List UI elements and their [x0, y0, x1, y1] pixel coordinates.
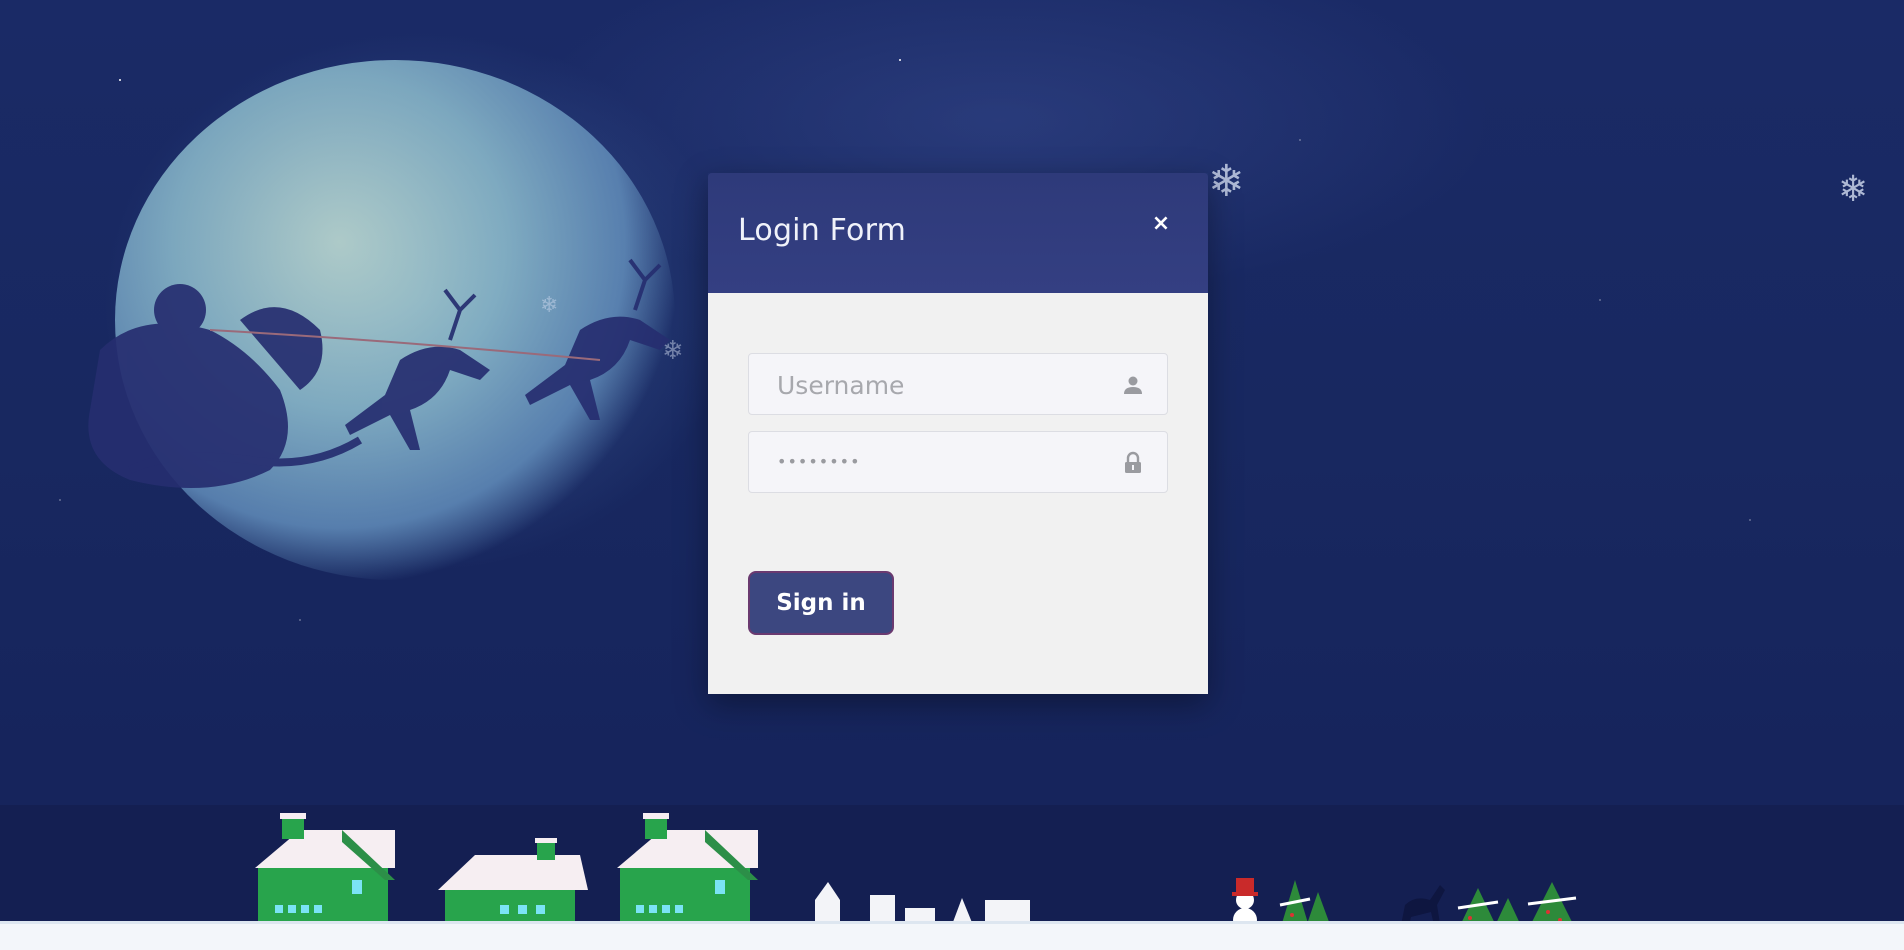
password-input[interactable]: ••••••••	[777, 452, 861, 471]
modal-title: Login Form	[738, 213, 907, 248]
sign-in-button[interactable]: Sign in	[748, 571, 894, 635]
snowbank	[0, 921, 1904, 950]
santa-sleigh-illustration	[88, 258, 670, 488]
snowflake-icon: ❄	[1208, 156, 1245, 207]
modal-header: Login Form ×	[708, 173, 1208, 293]
user-icon	[1124, 376, 1142, 394]
close-icon[interactable]: ×	[1150, 213, 1172, 235]
username-input[interactable]	[775, 354, 1109, 416]
username-field[interactable]	[748, 353, 1168, 416]
password-field[interactable]: ••••••••	[748, 431, 1168, 493]
login-modal: Login Form × •••••••• Sign in	[708, 173, 1208, 694]
snowflake-icon: ❄	[1838, 169, 1869, 210]
lock-icon	[1125, 451, 1141, 473]
modal-body: •••••••• Sign in	[708, 293, 1208, 694]
